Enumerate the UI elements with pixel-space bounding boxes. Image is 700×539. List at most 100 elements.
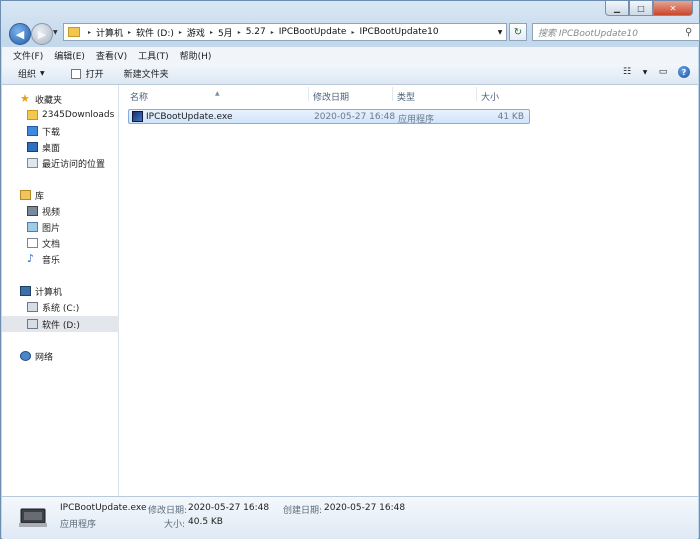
- breadcrumb-games[interactable]: 游戏: [187, 26, 205, 39]
- column-divider[interactable]: [392, 87, 393, 101]
- chevron-down-icon: ▼: [40, 70, 45, 77]
- star-icon: ★: [20, 92, 30, 105]
- menu-file[interactable]: 文件(F): [13, 49, 43, 62]
- search-icon[interactable]: ⚲: [685, 27, 699, 38]
- breadcrumb-5-27[interactable]: 5.27: [246, 27, 266, 37]
- nav-item-label: 音乐: [42, 255, 61, 266]
- maximize-button[interactable]: □: [629, 1, 653, 16]
- command-bar: 组织 ▼ 打开 新建文件夹 ☷ ▼ ▭ ?: [2, 63, 698, 85]
- preview-pane-icon[interactable]: ▭: [656, 66, 670, 78]
- recent-places-icon: [27, 158, 38, 168]
- menu-help[interactable]: 帮助(H): [180, 49, 212, 62]
- breadcrumb-separator: ▸: [237, 28, 241, 36]
- nav-item-label: 图片: [42, 223, 61, 234]
- download-folder-icon: [27, 126, 38, 136]
- caption-buttons: ▁ □ ✕: [605, 1, 693, 16]
- details-file-type: 应用程序: [60, 520, 97, 530]
- video-library-icon: [27, 206, 38, 216]
- nav-computer-label: 计算机: [35, 287, 63, 298]
- breadcrumb-separator: ▸: [270, 28, 274, 36]
- breadcrumb-separator: ▸: [209, 28, 213, 36]
- nav-network[interactable]: 网络: [2, 348, 136, 364]
- column-header-modified[interactable]: 修改日期: [313, 90, 349, 103]
- computer-icon: [20, 286, 31, 296]
- recent-pages-dropdown-icon[interactable]: ▼: [53, 29, 58, 36]
- menu-view[interactable]: 查看(V): [96, 49, 127, 62]
- breadcrumb-ipcbootupdate[interactable]: IPCBootUpdate: [279, 27, 347, 37]
- details-size-value: 40.5 KB: [188, 517, 223, 527]
- nav-libraries-label: 库: [35, 191, 45, 202]
- file-name: IPCBootUpdate.exe: [146, 112, 233, 122]
- forward-button[interactable]: ▶: [31, 23, 53, 45]
- nav-item-label: 软件 (D:): [42, 320, 80, 331]
- details-size-label: 大小:: [164, 520, 186, 530]
- column-header-name[interactable]: 名称: [130, 90, 148, 103]
- system-drive-icon: [27, 302, 38, 312]
- file-size: 41 KB: [497, 112, 524, 122]
- nav-computer[interactable]: 计算机: [2, 283, 136, 299]
- change-view-icon[interactable]: ☷: [620, 66, 634, 78]
- document-library-icon: [27, 238, 38, 248]
- search-input[interactable]: 搜索 IPCBootUpdate10 ⚲: [532, 23, 700, 41]
- picture-library-icon: [27, 222, 38, 232]
- nav-network-label: 网络: [35, 352, 54, 363]
- nav-item-label: 桌面: [42, 143, 61, 154]
- nav-libraries[interactable]: 库: [2, 187, 136, 203]
- details-created-value: 2020-05-27 16:48: [324, 503, 406, 513]
- back-button[interactable]: ◀: [9, 23, 31, 45]
- details-pane: IPCBootUpdate.exe 应用程序 修改日期: 2020-05-27 …: [2, 496, 698, 539]
- breadcrumb-may[interactable]: 5月: [218, 26, 233, 39]
- details-file-name: IPCBootUpdate.exe: [60, 503, 147, 513]
- file-modified: 2020-05-27 16:48: [314, 112, 396, 122]
- close-button[interactable]: ✕: [653, 1, 693, 16]
- menu-edit[interactable]: 编辑(E): [54, 49, 85, 62]
- nav-item-label: 文档: [42, 239, 61, 250]
- navigation-pane: ★ 收藏夹 2345Downloads 下载 桌面 最近访问的位置 库 视频 图…: [2, 85, 143, 496]
- application-icon: [132, 111, 143, 122]
- folder-icon: [68, 27, 80, 37]
- file-list: ▲ 名称 修改日期 类型 大小 IPCBootUpdate.exe 2020-0…: [119, 85, 698, 496]
- new-folder-button[interactable]: 新建文件夹: [124, 67, 169, 80]
- column-divider[interactable]: [476, 87, 477, 101]
- breadcrumb-separator: ▸: [128, 28, 132, 36]
- nav-item-label: 系统 (C:): [42, 303, 80, 314]
- navigation-bar: ◀ ▶ ▼ ▸ 计算机 ▸ 软件 (D:) ▸ 游戏 ▸ 5月 ▸ 5.27 ▸…: [7, 21, 700, 45]
- desktop-icon: [27, 142, 38, 152]
- help-icon[interactable]: ?: [678, 66, 690, 78]
- refresh-button[interactable]: ↻: [509, 23, 527, 41]
- breadcrumb-ipcbootupdate10[interactable]: IPCBootUpdate10: [359, 27, 438, 37]
- view-options-chevron-icon[interactable]: ▼: [642, 66, 648, 78]
- address-history-dropdown-icon[interactable]: ▼: [494, 24, 506, 40]
- music-note-icon: ♪: [27, 252, 35, 265]
- breadcrumb-computer[interactable]: 计算机: [96, 26, 123, 39]
- nav-item-label: 下载: [42, 127, 61, 138]
- file-type: 应用程序: [398, 115, 435, 125]
- column-header-size[interactable]: 大小: [481, 90, 499, 103]
- open-button[interactable]: 打开: [70, 67, 104, 80]
- organize-button[interactable]: 组织 ▼: [18, 67, 45, 80]
- nav-item-label: 最近访问的位置: [42, 159, 106, 170]
- address-bar[interactable]: ▸ 计算机 ▸ 软件 (D:) ▸ 游戏 ▸ 5月 ▸ 5.27 ▸ IPCBo…: [63, 23, 507, 41]
- minimize-button[interactable]: ▁: [605, 1, 629, 16]
- sort-ascending-icon: ▲: [215, 90, 220, 97]
- hard-drive-icon: [27, 319, 38, 329]
- breadcrumb-separator: ▸: [88, 28, 92, 36]
- column-header-row: ▲ 名称 修改日期 类型 大小: [119, 85, 698, 103]
- breadcrumb-separator: ▸: [351, 28, 355, 36]
- file-row[interactable]: IPCBootUpdate.exe 2020-05-27 16:48 应用程序 …: [128, 109, 530, 125]
- open-label: 打开: [85, 70, 104, 80]
- search-placeholder: 搜索 IPCBootUpdate10: [538, 28, 638, 39]
- open-icon: [70, 68, 81, 79]
- nav-favorites[interactable]: ★ 收藏夹: [2, 91, 136, 107]
- menu-tools[interactable]: 工具(T): [138, 49, 169, 62]
- menu-bar: 文件(F) 编辑(E) 查看(V) 工具(T) 帮助(H): [2, 47, 698, 63]
- refresh-icon: ↻: [513, 26, 523, 38]
- column-header-type[interactable]: 类型: [397, 90, 415, 103]
- new-folder-label: 新建文件夹: [123, 70, 169, 80]
- nav-favorites-label: 收藏夹: [35, 95, 63, 106]
- breadcrumb: ▸ 计算机 ▸ 软件 (D:) ▸ 游戏 ▸ 5月 ▸ 5.27 ▸ IPCBo…: [83, 26, 439, 39]
- breadcrumb-drive-d[interactable]: 软件 (D:): [136, 26, 174, 39]
- nav-item-label: 视频: [42, 207, 61, 218]
- column-divider[interactable]: [308, 87, 309, 101]
- arrow-left-icon: ◀: [15, 27, 25, 41]
